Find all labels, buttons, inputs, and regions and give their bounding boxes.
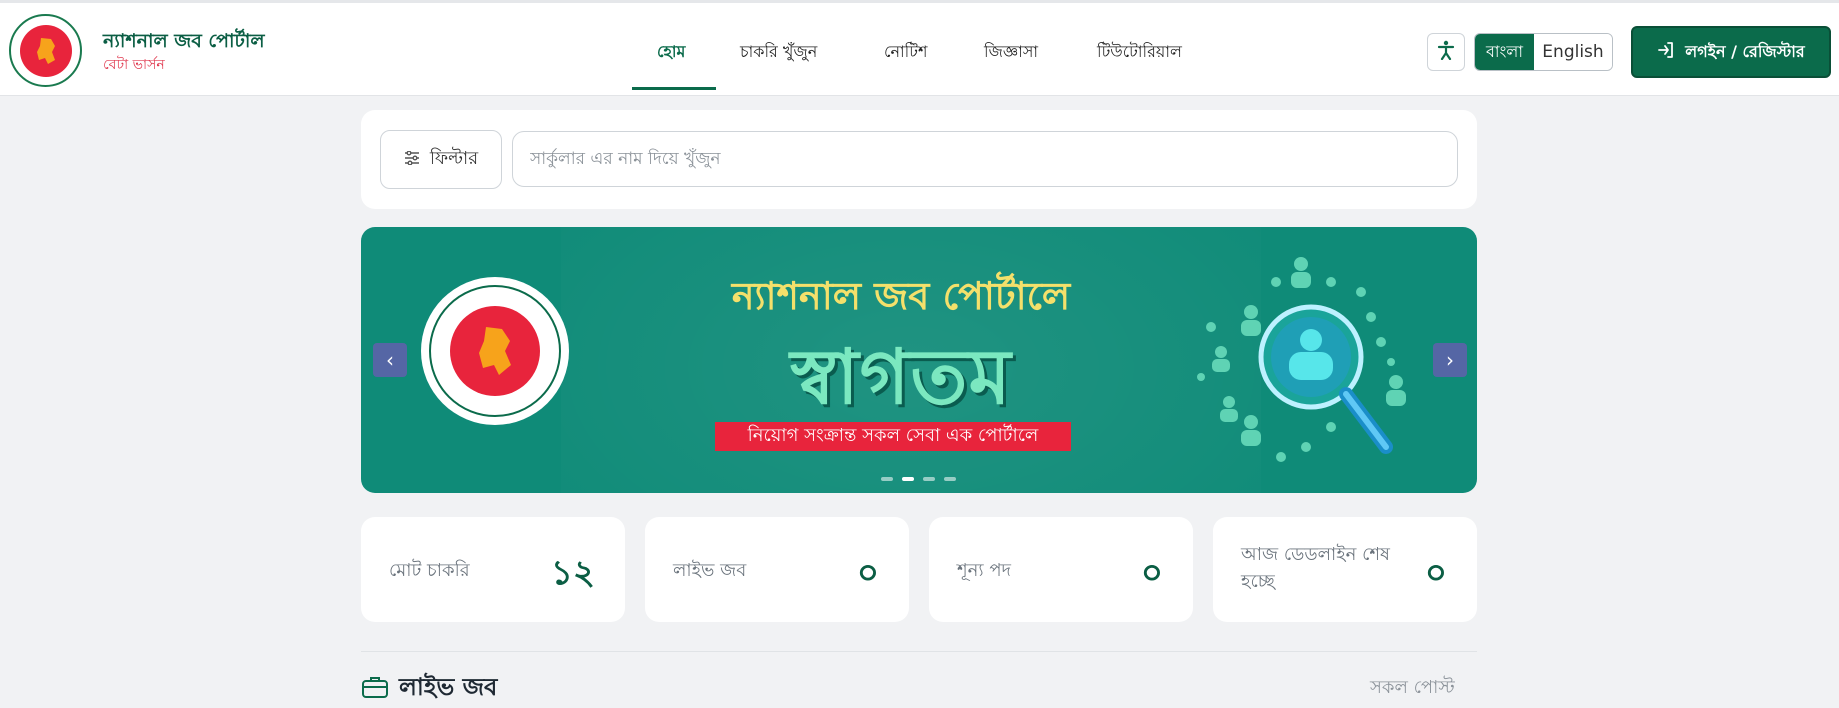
stat-value: ০ (1424, 553, 1447, 593)
job-search-illustration (1197, 257, 1406, 462)
carousel-indicators (881, 477, 956, 481)
lang-english-button[interactable]: English (1534, 34, 1612, 70)
carousel-dot[interactable] (944, 477, 956, 481)
stat-label: শূন্য পদ (957, 560, 1012, 581)
stat-label: আজ ডেডলাইন শেষ হচ্ছে (1241, 544, 1390, 592)
lang-bangla-button[interactable]: বাংলা (1475, 34, 1534, 70)
briefcase-icon (361, 675, 389, 703)
stat-label: মোট চাকরি (389, 560, 470, 581)
stat-value: ০ (1140, 553, 1163, 593)
filter-sliders-icon (404, 149, 420, 170)
nav-active-indicator (632, 87, 716, 90)
stat-card-total-jobs: মোট চাকরি ১২ (361, 517, 625, 622)
stat-value: ০ (856, 553, 879, 593)
stat-label: লাইভ জব (673, 560, 747, 581)
banner-tagline: নিয়োগ সংক্রান্ত সকল সেবা এক পোর্টালে (715, 422, 1071, 451)
national-emblem-icon[interactable] (9, 14, 82, 87)
login-register-button[interactable]: লগইন / রেজিস্টার (1631, 26, 1831, 78)
top-header: ন্যাশনাল জব পোর্টাল বেটা ভার্সন হোম চাকর… (0, 0, 1839, 96)
nav-home[interactable]: হোম (657, 39, 685, 66)
carousel-prev-button[interactable]: ‹ (373, 343, 407, 377)
search-card: ফিল্টার (361, 110, 1477, 209)
circular-search-input[interactable] (512, 131, 1458, 187)
nav-tutorial[interactable]: টিউটোরিয়াল (1097, 39, 1182, 66)
carousel-next-button[interactable]: › (1433, 343, 1467, 377)
nav-faq[interactable]: জিজ্ঞাসা (984, 39, 1038, 66)
login-label: লগইন / রেজিস্টার (1685, 41, 1805, 61)
section-divider (361, 651, 1477, 652)
live-jobs-title: লাইভ জব (399, 673, 498, 701)
stat-value: ১২ (550, 553, 595, 593)
live-jobs-heading: লাইভ জব (361, 669, 497, 708)
government-seal-icon (421, 277, 569, 425)
chevron-left-icon: ‹ (386, 348, 394, 372)
login-icon (1657, 41, 1675, 63)
stat-card-vacancies: শূন্য পদ ০ (929, 517, 1193, 622)
stat-card-deadline-today: আজ ডেডলাইন শেষ হচ্ছে ০ (1213, 517, 1477, 622)
filter-label: ফিল্টার (429, 148, 479, 169)
accessibility-button[interactable] (1427, 33, 1465, 71)
stat-card-live-jobs: লাইভ জব ০ (645, 517, 909, 622)
accessibility-icon (1437, 40, 1455, 64)
brand-subtitle: বেটা ভার্সন (103, 57, 165, 73)
carousel-dot[interactable] (923, 477, 935, 481)
chevron-right-icon: › (1446, 348, 1454, 372)
nav-find-jobs[interactable]: চাকরি খুঁজুন (740, 39, 817, 66)
all-posts-link[interactable]: সকল পোস্ট (1370, 673, 1455, 704)
carousel-dot[interactable] (881, 477, 893, 481)
language-switch: বাংলা English (1474, 33, 1613, 71)
carousel-dot-active[interactable] (902, 477, 914, 481)
filter-button[interactable]: ফিল্টার (380, 130, 502, 189)
welcome-banner-carousel: ন্যাশনাল জব পোর্টালে স্বাগতম নিয়োগ সংক্… (361, 227, 1477, 493)
nav-notice[interactable]: নোটিশ (884, 39, 927, 66)
